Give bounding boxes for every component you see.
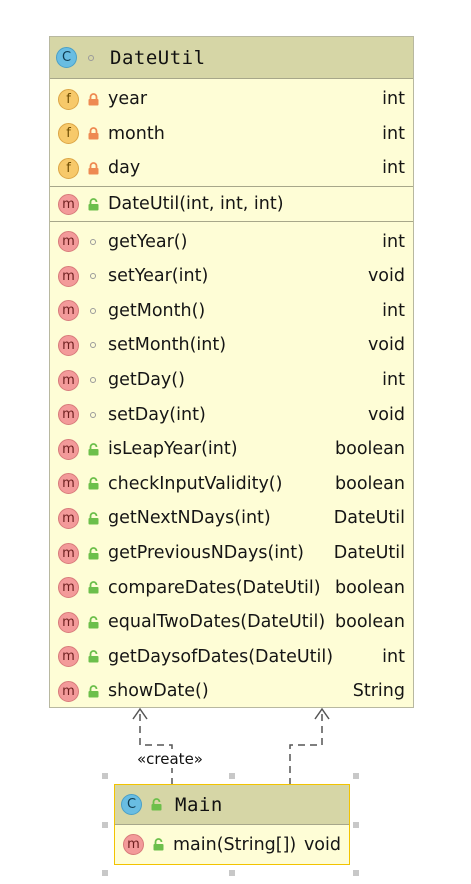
create-stereotype-label: «create» (136, 750, 204, 768)
method-icon: m (123, 834, 144, 855)
selection-handle[interactable] (229, 773, 235, 779)
selection-handle[interactable] (102, 822, 108, 828)
selection-handle[interactable] (353, 870, 359, 876)
dependency-edge (289, 710, 323, 785)
public-icon (151, 838, 165, 852)
main-methods-section: m main(String[]) void (115, 825, 349, 864)
selection-handle[interactable] (102, 773, 108, 779)
runnable-class-icon: C (121, 794, 142, 815)
class-name: Main (175, 793, 223, 816)
relation-edges (132, 707, 330, 785)
member-type: void (303, 834, 341, 855)
selection-handle[interactable] (353, 822, 359, 828)
selection-handle[interactable] (102, 870, 108, 876)
create-edge (139, 710, 173, 785)
class-header-main[interactable]: C Main (115, 785, 349, 825)
member-name: main(String[]) (173, 834, 297, 855)
selection-handle[interactable] (229, 870, 235, 876)
method-row[interactable]: m main(String[]) void (115, 825, 349, 864)
public-icon (149, 798, 163, 812)
class-main[interactable]: C Main m main(String[]) void (114, 784, 350, 865)
selection-handle[interactable] (353, 773, 359, 779)
